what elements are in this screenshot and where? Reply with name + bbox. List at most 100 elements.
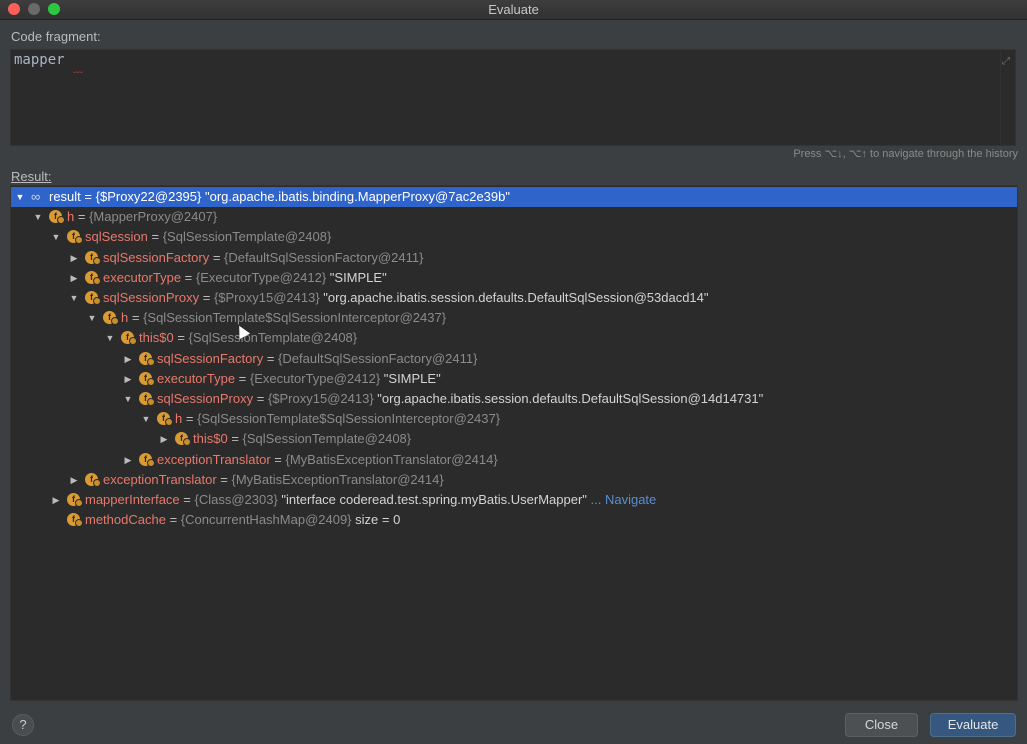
tree-row[interactable]: ▶ f exceptionTranslator = {MyBatisExceptio…	[11, 470, 1017, 490]
object-type: {SqlSessionTemplate$SqlSessionIntercepto…	[143, 310, 447, 326]
collapsed-arrow-icon[interactable]: ▶	[158, 429, 170, 449]
equals-sign: =	[74, 209, 90, 225]
field-value: "SIMPLE"	[380, 370, 441, 386]
field-name: result	[49, 189, 81, 204]
expanded-arrow-icon[interactable]: ▼	[50, 227, 62, 247]
title-bar: Evaluate	[0, 0, 1027, 20]
close-button[interactable]: Close	[845, 713, 918, 737]
field-icon: f	[139, 452, 155, 467]
field-name: sqlSessionProxy	[103, 290, 200, 305]
equals-sign: =	[216, 471, 232, 487]
tree-row-content: this$0 = {SqlSessionTemplate@2408}	[193, 429, 411, 449]
tree-row[interactable]: ▶ f executorType = {ExecutorType@2412} "SI…	[11, 369, 1017, 389]
field-icon: f	[85, 472, 101, 487]
expanded-arrow-icon[interactable]: ▼	[140, 409, 152, 429]
evaluate-button[interactable]: Evaluate	[930, 713, 1016, 737]
expanded-arrow-icon[interactable]: ▼	[104, 328, 116, 348]
collapsed-arrow-icon[interactable]: ▶	[122, 450, 134, 470]
tree-row-content: exceptionTranslator = {MyBatisExceptionT…	[157, 450, 498, 470]
collapsed-arrow-icon[interactable]: ▶	[68, 248, 80, 268]
object-type: {MyBatisExceptionTranslator@2414}	[231, 471, 444, 487]
field-icon: f	[67, 230, 83, 245]
object-type: {ConcurrentHashMap@2409}	[180, 512, 352, 528]
collapsed-arrow-icon[interactable]: ▶	[122, 369, 134, 389]
field-name: methodCache	[85, 512, 166, 528]
field-icon: f	[103, 311, 119, 326]
navigate-link[interactable]: ... Navigate	[587, 492, 657, 507]
equals-sign: =	[263, 350, 279, 366]
equals-sign: =	[227, 431, 243, 447]
tree-row-content: result = {$Proxy22@2395} "org.apache.iba…	[49, 187, 510, 207]
expanded-arrow-icon[interactable]: ▼	[14, 187, 26, 207]
tree-row[interactable]: ▶ f sqlSessionFactory = {DefaultSqlSession…	[11, 349, 1017, 369]
result-tree[interactable]: ▼ ∞ result = {$Proxy22@2395} "org.apache.i…	[10, 185, 1018, 701]
expanded-arrow-icon[interactable]: ▼	[68, 288, 80, 308]
expanded-arrow-icon[interactable]: ▼	[86, 308, 98, 328]
object-type: {MapperProxy@2407}	[89, 209, 218, 225]
result-label: Result:	[11, 169, 52, 184]
field-name: sqlSessionProxy	[157, 391, 254, 406]
tree-row[interactable]: ▶ f this$0 = {SqlSessionTemplate@2408}	[11, 429, 1017, 449]
tree-row[interactable]: ▼ f sqlSessionProxy = {$Proxy15@2413} "org…	[11, 288, 1017, 308]
tree-row[interactable]: ▼ f h = {MapperProxy@2407}	[11, 207, 1017, 227]
collapsed-arrow-icon[interactable]: ▶	[68, 268, 80, 288]
field-name: sqlSession	[85, 229, 148, 245]
equals-sign: =	[235, 370, 250, 386]
field-icon: f	[85, 291, 101, 305]
tree-row[interactable]: ▶ f executorType = {ExecutorType@2412} "SI…	[11, 268, 1017, 288]
field-name: this$0	[139, 330, 174, 346]
tree-row[interactable]: ▼ f h = {SqlSessionTemplate$SqlSessionInte…	[11, 308, 1017, 328]
expanded-arrow-icon[interactable]: ▼	[32, 207, 44, 227]
tree-row-content: sqlSessionFactory = {DefaultSqlSessionFa…	[157, 349, 477, 369]
equals-sign: =	[199, 290, 214, 305]
tree-row-content: executorType = {ExecutorType@2412} "SIMP…	[103, 268, 387, 288]
field-name: sqlSessionFactory	[157, 350, 264, 366]
field-value: "SIMPLE"	[326, 269, 387, 285]
code-fragment-editor[interactable]: mapper ﹏ ⤢	[10, 49, 1016, 146]
object-type: {SqlSessionTemplate@2408}	[242, 431, 412, 447]
tree-row-content: executorType = {ExecutorType@2412} "SIMP…	[157, 369, 441, 389]
collapsed-arrow-icon[interactable]: ▶	[50, 490, 62, 510]
tree-row[interactable]: f methodCache = {ConcurrentHashMap@2409} …	[11, 510, 1017, 530]
tree-row-content: exceptionTranslator = {MyBatisExceptionT…	[103, 470, 444, 490]
equals-sign: =	[80, 189, 96, 204]
field-name: sqlSessionFactory	[103, 249, 210, 265]
tree-row[interactable]: ▶ f exceptionTranslator = {MyBatisExceptio…	[11, 450, 1017, 470]
tree-row-content: sqlSessionFactory = {DefaultSqlSessionFa…	[103, 248, 423, 268]
tree-row[interactable]: ▼ ∞ result = {$Proxy22@2395} "org.apache.i…	[11, 187, 1017, 207]
help-button[interactable]: ?	[12, 714, 34, 736]
field-icon: f	[121, 331, 137, 346]
tree-row-content: sqlSessionProxy = {$Proxy15@2413} "org.a…	[157, 389, 763, 409]
tree-row[interactable]: ▶ f mapperInterface = {Class@2303} "interf…	[11, 490, 1017, 510]
tree-row[interactable]: ▼ f sqlSessionProxy = {$Proxy15@2413} "org…	[11, 389, 1017, 409]
code-fragment-text[interactable]: mapper	[14, 52, 65, 68]
collapsed-arrow-icon[interactable]: ▶	[68, 470, 80, 490]
field-icon: f	[139, 351, 155, 366]
tree-row-content: sqlSessionProxy = {$Proxy15@2413} "org.a…	[103, 288, 709, 308]
expand-icon[interactable]: ⤢	[1002, 56, 1010, 67]
field-value: size = 0	[351, 512, 401, 528]
field-icon: f	[157, 412, 173, 427]
tree-row-content: methodCache = {ConcurrentHashMap@2409} s…	[85, 510, 400, 530]
object-type: {$Proxy15@2413}	[213, 290, 320, 305]
watch-icon: ∞	[31, 189, 41, 204]
expanded-arrow-icon[interactable]: ▼	[122, 389, 134, 409]
collapsed-arrow-icon[interactable]: ▶	[122, 349, 134, 369]
tree-row[interactable]: ▼ f this$0 = {SqlSessionTemplate@2408}	[11, 328, 1017, 348]
tree-row[interactable]: ▶ f sqlSessionFactory = {DefaultSqlSession…	[11, 248, 1017, 268]
error-squiggle-icon: ﹏	[73, 64, 83, 75]
editor-scrollbar[interactable]	[1000, 50, 1001, 145]
code-fragment-label: Code fragment:	[11, 29, 101, 44]
equals-sign: =	[165, 512, 181, 528]
equals-sign: =	[128, 310, 144, 326]
field-icon: f	[67, 513, 83, 528]
tree-row-content: mapperInterface = {Class@2303} "interfac…	[85, 490, 656, 510]
field-value: "interface coderead.test.spring.myBatis.…	[277, 492, 587, 507]
tree-row[interactable]: ▼ f h = {SqlSessionTemplate$SqlSessionInte…	[11, 409, 1017, 429]
object-type: {DefaultSqlSessionFactory@2411}	[224, 249, 424, 265]
tree-row[interactable]: ▼ f sqlSession = {SqlSessionTemplate@2408}	[11, 227, 1017, 247]
equals-sign: =	[179, 492, 195, 507]
field-name: executorType	[157, 370, 236, 386]
object-type: {Class@2303}	[194, 492, 278, 507]
object-type: {SqlSessionTemplate@2408}	[162, 229, 332, 245]
